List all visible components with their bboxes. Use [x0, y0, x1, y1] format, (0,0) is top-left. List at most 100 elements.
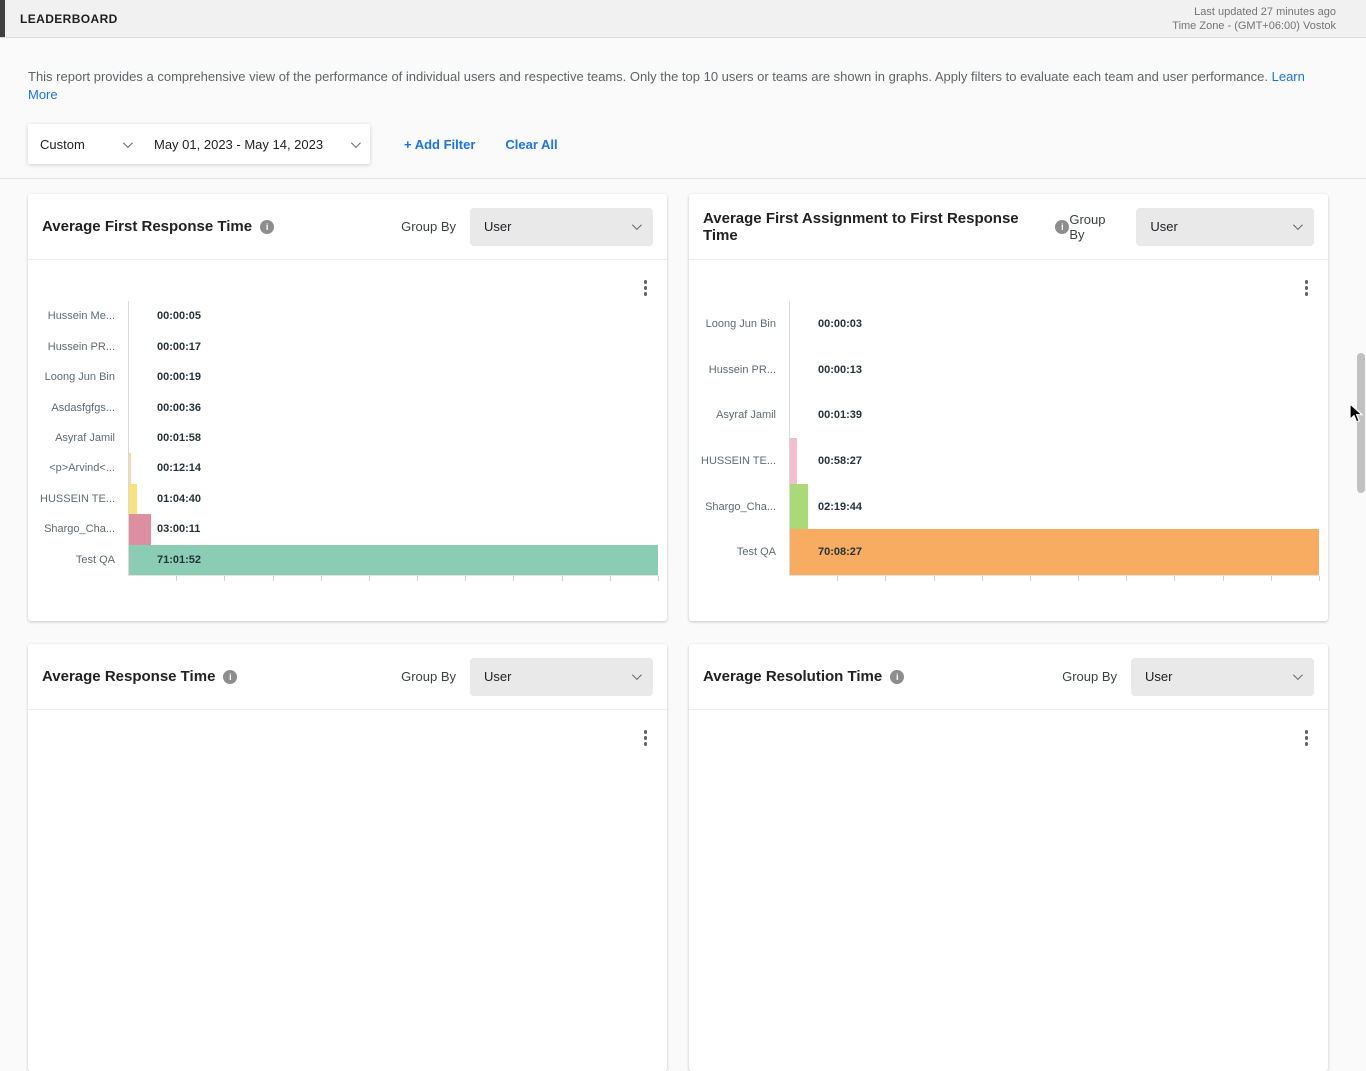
chart-row: 00:00:13: [790, 347, 1319, 393]
chart-menu-kebab-icon[interactable]: [642, 726, 650, 750]
bar-value-label: 00:01:39: [818, 409, 862, 421]
bar-value-label: 00:12:14: [157, 462, 201, 474]
category-label: HUSSEIN TE...: [699, 438, 776, 484]
axis-tick: [562, 576, 563, 581]
category-label: HUSSEIN TE...: [38, 484, 115, 514]
axis-tick: [1271, 576, 1272, 581]
group-by-label: Group By: [401, 219, 456, 234]
date-range-type-select[interactable]: Custom: [28, 124, 142, 164]
group-by-select[interactable]: User: [1136, 208, 1314, 246]
chart-row: 00:58:27: [790, 438, 1319, 484]
timezone-text: Time Zone - (GMT+06:00) Vostok: [1172, 19, 1336, 33]
axis-tick: [982, 576, 983, 581]
axis-tick: [610, 576, 611, 581]
axis-tick: [465, 576, 466, 581]
bar[interactable]: [790, 484, 808, 530]
chevron-down-icon: [632, 670, 642, 680]
bar[interactable]: [790, 529, 1319, 575]
chart-row: 03:00:11: [129, 514, 658, 544]
chart-row: 70:08:27: [790, 529, 1319, 575]
card-average-resolution-time: Average Resolution Time i Group By User: [689, 644, 1328, 1071]
chart-row: 00:01:58: [129, 423, 658, 453]
bar[interactable]: [129, 484, 137, 514]
bar-value-label: 01:04:40: [157, 493, 201, 505]
chart-average-first-assignment-to-first-response-time: Loong Jun BinHussein PR...Asyraf JamilHU…: [689, 260, 1328, 620]
axis-tick: [1126, 576, 1127, 581]
axis-tick: [1319, 576, 1320, 581]
bar-value-label: 00:58:27: [818, 455, 862, 467]
chart-plot-area: 00:00:05 00:00:1700:00:1900:00:36 00:01:58…: [128, 301, 658, 575]
info-icon[interactable]: i: [260, 220, 274, 234]
chart-average-response-time: [28, 710, 667, 1070]
group-by-control: Group By User: [1069, 208, 1314, 246]
axis-tick: [513, 576, 514, 581]
chart-menu-kebab-icon[interactable]: [642, 276, 650, 300]
info-icon[interactable]: i: [223, 670, 237, 684]
axis-tick: [369, 576, 370, 581]
bar-value-label: 71:01:52: [157, 554, 201, 566]
axis-tick: [1030, 576, 1031, 581]
chart-average-first-response-time: Hussein Me...Hussein PR...Loong Jun BinA…: [28, 260, 667, 620]
report-description: This report provides a comprehensive vie…: [28, 68, 1338, 104]
axis-tick: [934, 576, 935, 581]
card-average-response-time: Average Response Time i Group By User: [28, 644, 667, 1071]
chart-row: 71:01:52: [129, 545, 658, 575]
chart-menu-kebab-icon[interactable]: [1303, 726, 1311, 750]
description-text: This report provides a comprehensive vie…: [28, 69, 1268, 84]
bar-value-label: 00:00:13: [818, 364, 862, 376]
group-by-select[interactable]: User: [470, 658, 653, 696]
axis-tick: [417, 576, 418, 581]
category-label: Shargo_Cha...: [38, 514, 115, 544]
chart-row: 00:00:03: [790, 301, 1319, 347]
chart-row: 00:00:36: [129, 392, 658, 422]
chevron-down-icon: [632, 220, 642, 230]
group-by-select[interactable]: User: [1131, 658, 1314, 696]
category-label: Loong Jun Bin: [38, 362, 115, 392]
card-title: Average Response Time: [42, 668, 215, 685]
add-filter-button[interactable]: + Add Filter: [404, 137, 475, 152]
category-label: Shargo_Cha...: [699, 484, 776, 530]
bar-value-label: 00:00:05: [157, 310, 201, 322]
category-label: Hussein PR...: [38, 331, 115, 361]
info-icon[interactable]: i: [890, 670, 904, 684]
section-divider: [0, 178, 1366, 179]
axis-tick: [321, 576, 322, 581]
info-icon[interactable]: i: [1055, 220, 1069, 234]
bar-value-label: 00:01:58: [157, 432, 201, 444]
chart-category-axis: Hussein Me...Hussein PR...Loong Jun BinA…: [38, 301, 115, 575]
bar-value-label: 03:00:11: [157, 523, 200, 535]
axis-tick: [1078, 576, 1079, 581]
category-label: Hussein PR...: [699, 347, 776, 393]
vertical-scrollbar-thumb[interactable]: [1357, 353, 1365, 493]
axis-tick: [176, 576, 177, 581]
chevron-down-icon: [1293, 220, 1303, 230]
top-app-bar: LEADERBOARD Last updated 27 minutes ago …: [0, 0, 1366, 38]
bar-value-label: 00:00:03: [818, 318, 862, 330]
group-by-label: Group By: [401, 669, 456, 684]
bar[interactable]: [129, 453, 131, 483]
axis-tick: [658, 576, 659, 581]
group-by-control: Group By User: [1062, 658, 1314, 696]
chart-row: 00:00:19: [129, 362, 658, 392]
date-range-select[interactable]: May 01, 2023 - May 14, 2023: [142, 124, 370, 164]
chart-row: 00:01:39: [790, 392, 1319, 438]
chart-value-axis: [128, 575, 658, 581]
axis-tick: [885, 576, 886, 581]
axis-tick: [273, 576, 274, 581]
group-by-control: Group By User: [401, 658, 653, 696]
axis-tick: [1174, 576, 1175, 581]
group-by-select[interactable]: User: [470, 208, 653, 246]
category-label: Asdasfgfgs...: [38, 392, 115, 422]
chart-row: 00:00:05: [129, 301, 658, 331]
card-average-first-assignment-to-first-response-time: Average First Assignment to First Respon…: [689, 194, 1328, 621]
card-title: Average Resolution Time: [703, 668, 882, 685]
chart-menu-kebab-icon[interactable]: [1303, 276, 1311, 300]
chart-row: 00:00:17: [129, 331, 658, 361]
card-header: Average Response Time i Group By User: [28, 644, 667, 710]
clear-all-button[interactable]: Clear All: [505, 137, 557, 152]
chevron-down-icon: [1293, 670, 1303, 680]
bar[interactable]: [790, 438, 797, 484]
bar[interactable]: [129, 545, 658, 575]
charts-grid: Average First Response Time i Group By U…: [28, 194, 1338, 1071]
bar[interactable]: [129, 514, 151, 544]
